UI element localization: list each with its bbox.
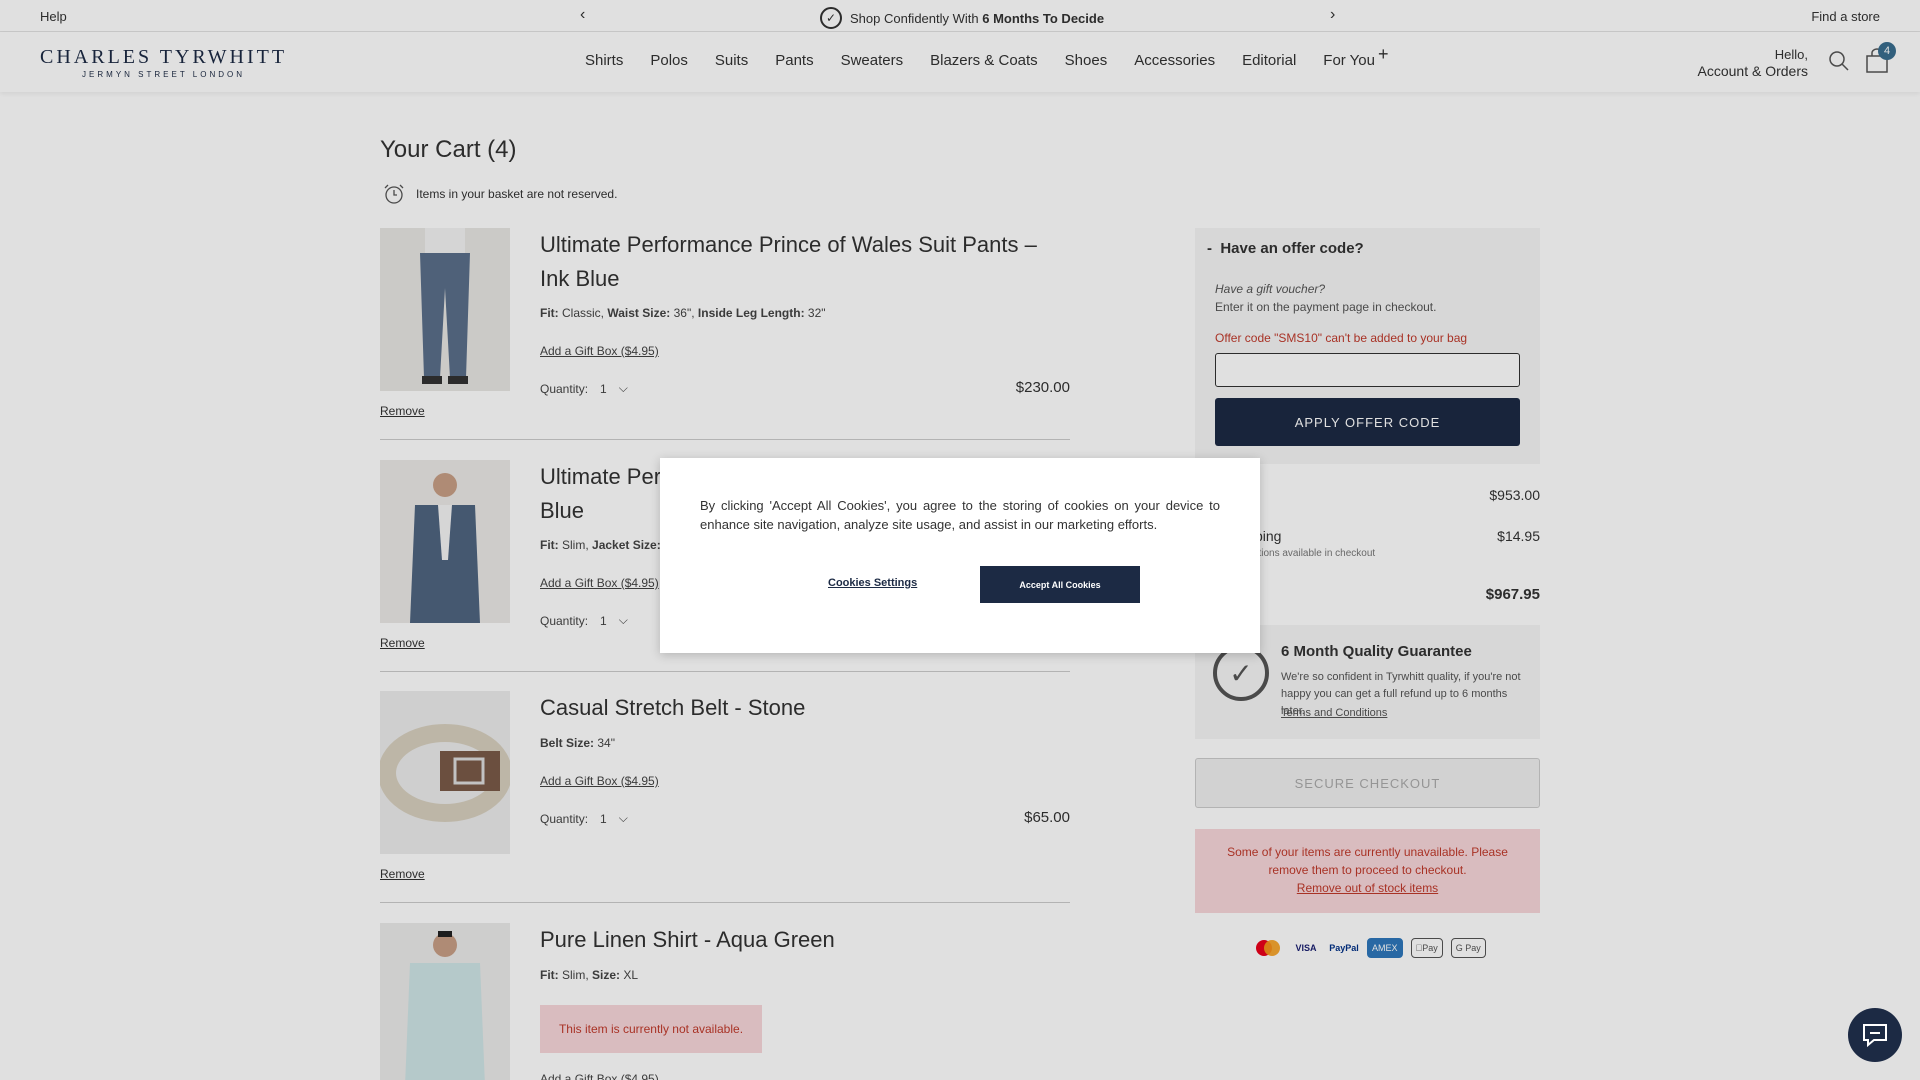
accept-cookies-button[interactable]: Accept All Cookies <box>980 566 1140 603</box>
chat-bubble-icon <box>1863 1024 1887 1048</box>
chat-button[interactable] <box>1848 1008 1902 1062</box>
cookie-settings-button[interactable]: Cookies Settings <box>828 577 917 589</box>
cookie-dialog: By clicking 'Accept All Cookies', you ag… <box>660 458 1260 653</box>
cookie-text: By clicking 'Accept All Cookies', you ag… <box>700 498 1220 532</box>
